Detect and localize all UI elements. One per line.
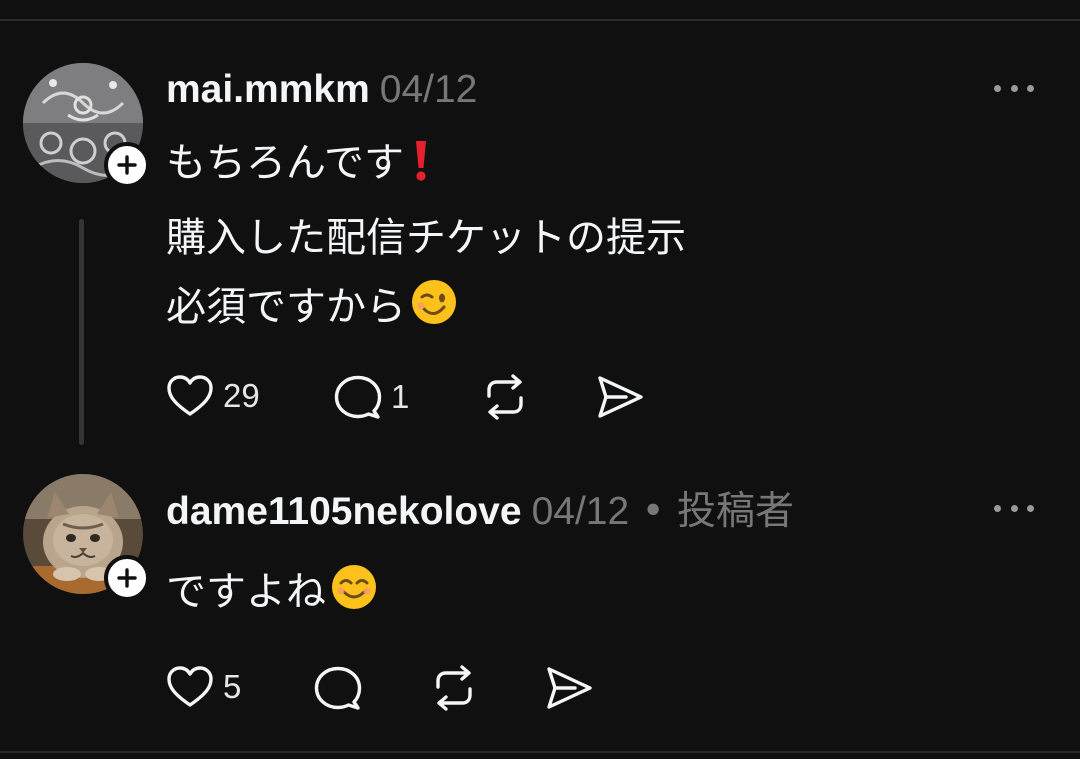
more-icon [994,504,1001,512]
bottom-divider [0,751,1080,753]
post-text-line: 購入した配信チケットの提示 [166,215,686,261]
repost-button[interactable] [481,374,529,420]
post-body: ですよね [166,558,378,633]
share-icon [547,667,592,709]
username[interactable]: mai.mmkm [166,68,370,111]
top-divider [0,19,1080,21]
post-text-line: ですよね [166,558,378,633]
thread-connector-line [79,219,84,445]
heart-icon [167,375,213,416]
like-button[interactable]: 29 [166,374,260,418]
more-icon [994,84,1001,92]
post-text-line: もちろんです [166,129,686,204]
post-text-line: 必須ですから [166,273,686,348]
post-header: dame1105nekolove 04/12 • 投稿者 [166,492,794,531]
smiling-face-icon [330,563,378,633]
follow-button[interactable] [104,142,150,188]
username[interactable]: dame1105nekolove [166,490,522,533]
like-count: 5 [223,668,242,705]
comment-icon [314,666,362,710]
comment-icon [334,375,382,419]
reply-count: 1 [391,378,410,415]
winking-face-icon [410,278,458,348]
post-date: 04/12 [379,68,478,111]
post-header: mai.mmkm 04/12 [166,70,477,109]
reply-button[interactable]: 1 [334,374,409,420]
heart-icon [167,666,213,707]
repost-icon [436,665,472,711]
author-badge: • 投稿者 [641,489,794,534]
like-count: 29 [223,377,260,414]
share-icon [598,376,643,418]
post-date: 04/12 [531,490,630,533]
follow-plus-icon [117,568,137,588]
share-button[interactable] [545,665,593,711]
repost-icon [487,374,523,420]
follow-plus-icon [117,155,137,175]
reply-button[interactable] [314,665,362,711]
more-options-button[interactable] [994,503,1034,513]
share-button[interactable] [596,374,644,420]
follow-button[interactable] [104,555,150,601]
repost-button[interactable] [430,665,478,711]
red-exclamation-mark-icon [408,135,434,204]
more-options-button[interactable] [994,83,1034,93]
like-button[interactable]: 5 [166,665,241,709]
post-body: もちろんです 購入した配信チケットの提示 必須ですから [166,129,686,348]
